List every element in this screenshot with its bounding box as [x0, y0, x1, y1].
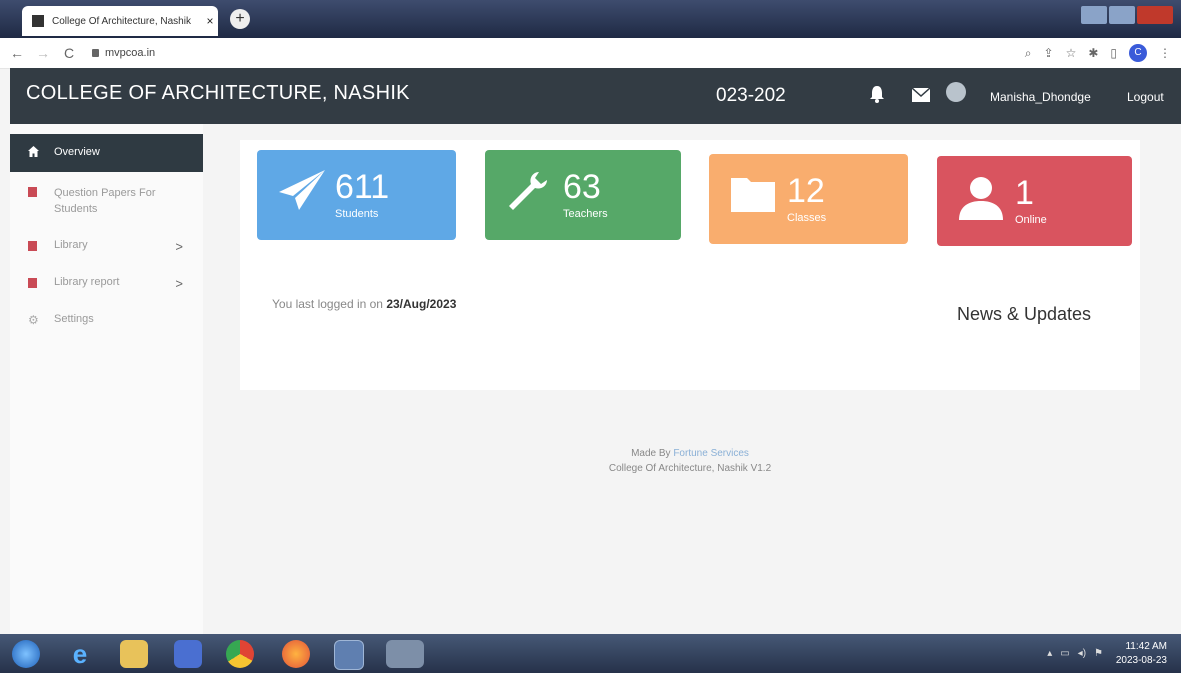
user-icon [959, 177, 1003, 220]
table-icon [28, 239, 42, 254]
students-count: 611 [335, 168, 390, 206]
internet-explorer-icon[interactable]: e [66, 640, 94, 668]
sidebar-item-settings[interactable]: ⚙ Settings [10, 306, 203, 334]
table-icon [28, 276, 42, 291]
window-controls [1081, 6, 1173, 24]
sidebar-item-overview[interactable]: Overview [10, 134, 203, 172]
firefox-icon[interactable] [282, 640, 310, 668]
browser-menu-icon[interactable]: ⋮ [1159, 46, 1171, 60]
book-icon [28, 185, 42, 200]
gear-icon: ⚙ [28, 313, 39, 327]
sidebar-item-label: Settings [54, 313, 94, 325]
page-footer: Made By Fortune Services College Of Arch… [520, 446, 860, 476]
app-window-icon[interactable] [334, 640, 364, 670]
sidebar-item-question-papers[interactable]: Question Papers For Students [10, 178, 203, 224]
mail-icon[interactable] [912, 88, 930, 102]
network-icon[interactable]: ▭ [1060, 648, 1069, 659]
back-arrow-icon[interactable]: ← [8, 45, 26, 61]
new-tab-button[interactable]: + [230, 9, 250, 29]
fortune-services-link[interactable]: Fortune Services [673, 448, 749, 459]
tab-close-icon[interactable]: × [202, 14, 218, 28]
online-card[interactable]: 1 Online [937, 156, 1132, 246]
tray-arrow-icon[interactable]: ▴ [1047, 648, 1052, 659]
bell-icon[interactable] [868, 84, 886, 104]
flag-icon[interactable]: ⚑ [1094, 648, 1103, 659]
forward-arrow-icon[interactable]: → [34, 45, 52, 61]
user-avatar[interactable] [946, 82, 966, 102]
teachers-card[interactable]: 63 Teachers [485, 150, 681, 240]
minimize-button[interactable] [1081, 6, 1107, 24]
browser-tab[interactable]: College Of Architecture, Nashik × [22, 6, 218, 36]
address-bar: ← → C mvpcoa.in ⌕ ⇪ ☆ ✱ ▯ C ⋮ [0, 38, 1181, 69]
students-card[interactable]: 611 Students [257, 150, 456, 240]
url-field[interactable]: mvpcoa.in [92, 47, 155, 59]
sidebar-item-label: Library report [54, 276, 120, 288]
sidebar-item-label: Library [54, 239, 88, 251]
lock-icon [92, 49, 99, 57]
volume-icon[interactable]: ◂) [1078, 648, 1086, 659]
teachers-label: Teachers [563, 208, 608, 220]
students-label: Students [335, 208, 379, 220]
windows-taskbar: e ▴ ▭ ◂) ⚑ 11:42 AM 2023-08-23 [0, 634, 1181, 673]
chevron-right-icon: > [175, 239, 183, 254]
classes-count: 12 [787, 172, 825, 210]
chevron-right-icon: > [175, 276, 183, 291]
last-login-date: 23/Aug/2023 [386, 297, 457, 311]
news-updates-heading: News & Updates [957, 304, 1092, 324]
sidebar: Overview Question Papers For Students Li… [10, 124, 203, 634]
clock[interactable]: 11:42 AM 2023-08-23 [1116, 640, 1167, 668]
share-icon[interactable]: ⇪ [1044, 46, 1054, 60]
logout-link[interactable]: Logout [1127, 90, 1164, 104]
wrench-icon [509, 172, 547, 210]
classes-label: Classes [787, 212, 827, 224]
teachers-count: 63 [563, 168, 601, 206]
dashboard-main: 611 Students 63 Teachers 12 Classes 1 On… [240, 140, 1140, 390]
last-login-prefix: You last logged in on [272, 297, 383, 311]
profile-avatar[interactable]: C [1129, 44, 1147, 62]
last-login-text: You last logged in on 23/Aug/2023 [272, 297, 456, 311]
username-label[interactable]: Manisha_Dhondge [990, 90, 1091, 104]
sidebar-item-label: Overview [54, 146, 100, 158]
file-explorer-icon[interactable] [120, 640, 148, 668]
online-label: Online [1015, 214, 1047, 226]
maximize-button[interactable] [1109, 6, 1135, 24]
version-text: College Of Architecture, Nashik V1.2 [608, 463, 772, 474]
extensions-icon[interactable]: ✱ [1088, 46, 1098, 60]
system-tray-icons[interactable]: ▴ ▭ ◂) ⚑ [1047, 648, 1103, 659]
sidebar-item-library[interactable]: Library > [10, 232, 203, 261]
made-by-text: Made By [631, 448, 671, 459]
app-header: COLLEGE OF ARCHITECTURE, NASHIK 023-202 … [10, 68, 1181, 124]
classes-card[interactable]: 12 Classes [709, 154, 908, 244]
url-text: mvpcoa.in [105, 47, 156, 59]
sidebar-item-library-report[interactable]: Library report > [10, 269, 203, 298]
clock-date: 2023-08-23 [1115, 655, 1167, 666]
home-icon [28, 146, 42, 160]
clock-time: 11:42 AM [1125, 641, 1167, 652]
browser-toolbar-right: ⌕ ⇪ ☆ ✱ ▯ C ⋮ [1025, 44, 1171, 62]
bookmark-star-icon[interactable]: ☆ [1066, 46, 1077, 60]
media-player-icon[interactable] [174, 640, 202, 668]
sidebar-item-label: Question Papers For Students [54, 187, 156, 215]
chrome-icon[interactable] [226, 640, 254, 668]
browser-tab-strip: College Of Architecture, Nashik × + [0, 0, 1181, 38]
zoom-icon[interactable]: ⌕ [1025, 46, 1032, 61]
window-close-button[interactable] [1137, 6, 1173, 24]
academic-year: 023-202 [716, 85, 786, 106]
online-count: 1 [1015, 174, 1034, 212]
side-panel-icon[interactable]: ▯ [1110, 46, 1117, 60]
start-button[interactable] [12, 640, 40, 668]
app-title: COLLEGE OF ARCHITECTURE, NASHIK [26, 82, 410, 104]
favicon-icon [32, 15, 44, 27]
chrome-window-icon[interactable] [386, 640, 424, 668]
paper-plane-icon [279, 170, 325, 210]
folder-icon [731, 178, 775, 212]
reload-icon[interactable]: C [60, 45, 78, 61]
browser-tab-title: College Of Architecture, Nashik [52, 15, 191, 27]
